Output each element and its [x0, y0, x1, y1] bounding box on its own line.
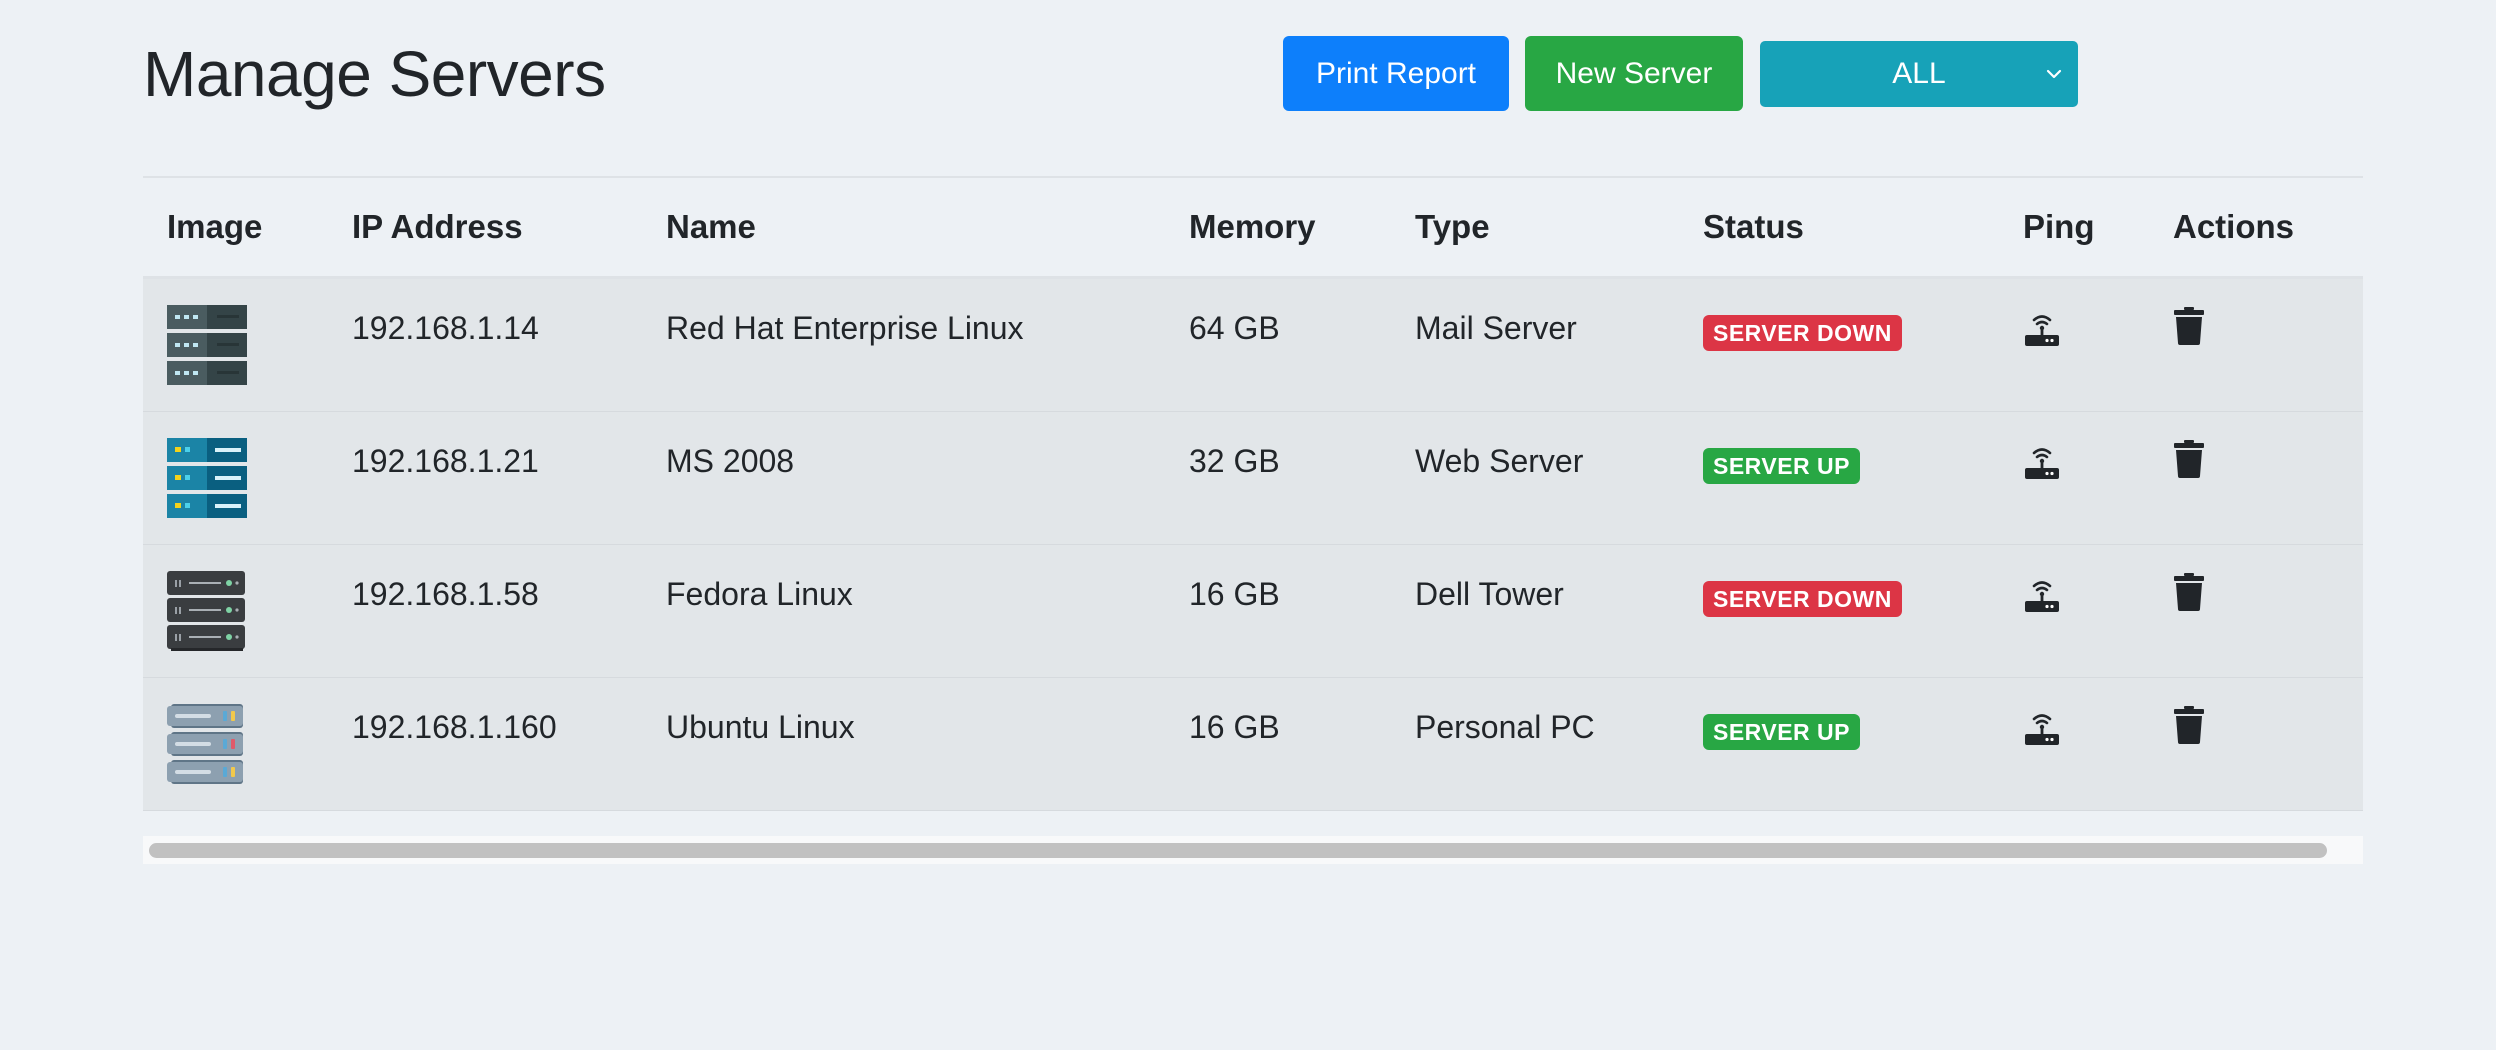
delete-button[interactable]: [2173, 706, 2205, 749]
server-name: Fedora Linux: [666, 576, 853, 612]
ping-button[interactable]: [2023, 309, 2061, 352]
ping-button[interactable]: [2023, 575, 2061, 618]
chevron-down-icon: [2046, 69, 2062, 79]
ip-address: 192.168.1.58: [352, 576, 539, 612]
server-type: Web Server: [1415, 443, 1584, 479]
memory-value: 16 GB: [1189, 576, 1280, 612]
status-filter-value: ALL: [1892, 57, 1946, 90]
server-image: [167, 571, 247, 661]
column-header-ping: Ping: [2023, 208, 2095, 245]
column-header-image: Image: [167, 208, 263, 245]
trash-icon: [2174, 573, 2204, 611]
print-report-button[interactable]: Print Report: [1283, 36, 1509, 111]
ping-button[interactable]: [2023, 442, 2061, 485]
server-image: [167, 438, 247, 528]
trash-icon: [2174, 307, 2204, 345]
delete-button[interactable]: [2173, 573, 2205, 616]
server-type: Dell Tower: [1415, 576, 1564, 612]
ip-address: 192.168.1.160: [352, 709, 557, 745]
status-badge: SERVER UP: [1703, 714, 1861, 750]
server-image: [167, 305, 247, 395]
column-header-status: Status: [1703, 208, 1804, 245]
status-badge: SERVER DOWN: [1703, 581, 1902, 617]
column-header-actions: Actions: [2173, 208, 2295, 245]
table-row: 192.168.1.21 MS 2008 32 GB Web Server SE…: [143, 412, 2363, 545]
router-icon: [2025, 581, 2059, 612]
server-rack-blue-icon: [167, 438, 247, 518]
server-rack-slate-icon: [167, 305, 247, 385]
table-header-row: Image IP Address Name Memory Type Status…: [143, 178, 2363, 279]
delete-button[interactable]: [2173, 307, 2205, 350]
ip-address: 192.168.1.21: [352, 443, 539, 479]
servers-table: Image IP Address Name Memory Type Status…: [143, 176, 2363, 811]
router-icon: [2025, 315, 2059, 346]
server-type: Personal PC: [1415, 709, 1595, 745]
server-rack-dark-icon: [167, 571, 245, 651]
status-filter-select[interactable]: ALL: [1760, 41, 2078, 107]
server-name: Red Hat Enterprise Linux: [666, 310, 1024, 346]
page-title: Manage Servers: [143, 38, 606, 110]
server-type: Mail Server: [1415, 310, 1577, 346]
ping-button[interactable]: [2023, 708, 2061, 751]
delete-button[interactable]: [2173, 440, 2205, 483]
scrollbar-thumb[interactable]: [149, 843, 2327, 858]
new-server-button[interactable]: New Server: [1525, 36, 1743, 111]
table-row: 192.168.1.58 Fedora Linux 16 GB Dell Tow…: [143, 545, 2363, 678]
router-icon: [2025, 714, 2059, 745]
column-header-ip-address: IP Address: [352, 208, 523, 245]
status-badge: SERVER DOWN: [1703, 315, 1902, 351]
server-rack-gray-icon: [167, 704, 243, 784]
server-name: Ubuntu Linux: [666, 709, 855, 745]
router-icon: [2025, 448, 2059, 479]
trash-icon: [2174, 440, 2204, 478]
memory-value: 64 GB: [1189, 310, 1280, 346]
memory-value: 16 GB: [1189, 709, 1280, 745]
table-row: 192.168.1.14 Red Hat Enterprise Linux 64…: [143, 279, 2363, 412]
memory-value: 32 GB: [1189, 443, 1280, 479]
status-badge: SERVER UP: [1703, 448, 1861, 484]
server-image: [167, 704, 247, 794]
column-header-type: Type: [1415, 208, 1490, 245]
server-name: MS 2008: [666, 443, 795, 479]
table-row: 192.168.1.160 Ubuntu Linux 16 GB Persona…: [143, 678, 2363, 811]
column-header-name: Name: [666, 208, 756, 245]
ip-address: 192.168.1.14: [352, 310, 539, 346]
column-header-memory: Memory: [1189, 208, 1316, 245]
horizontal-scrollbar[interactable]: [143, 836, 2363, 864]
trash-icon: [2174, 706, 2204, 744]
